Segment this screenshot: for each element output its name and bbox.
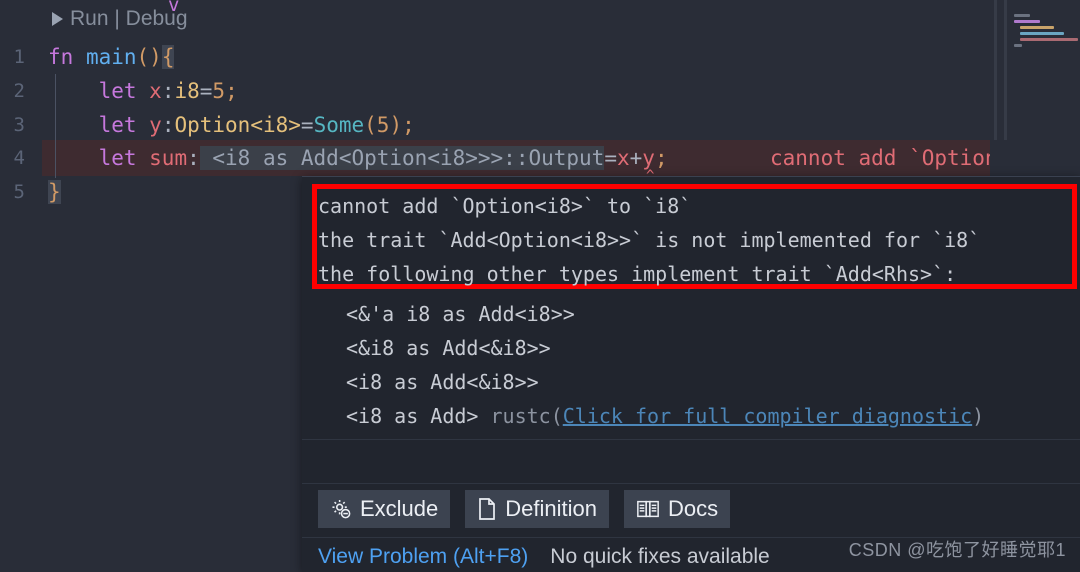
diagnostic-line-3: the following other types implement trai… (318, 262, 957, 286)
code-line-3[interactable]: let y:Option<i8>=Some(5); (48, 108, 415, 142)
token-colon-4: : (187, 146, 200, 170)
minimap-row (1014, 20, 1040, 23)
token-keyword-let-4: let (98, 146, 150, 170)
impl-line-2: <&i8 as Add<&i8>> (346, 336, 551, 360)
token-close-brace: } (48, 180, 61, 204)
impl-line-1: <&'a i8 as Add<i8>> (346, 302, 575, 326)
token-keyword-let-2: let (98, 79, 150, 103)
line-number-5: 5 (13, 181, 25, 203)
line-number-3: 3 (13, 114, 25, 136)
full-diagnostic-link[interactable]: Click for full compiler diagnostic (563, 404, 972, 428)
no-quick-fixes-label: No quick fixes available (550, 545, 770, 568)
run-debug-codelens[interactable]: Run | Debug (52, 4, 188, 34)
token-type-i8: i8 (174, 79, 200, 103)
indent-2 (48, 79, 99, 103)
minimap-row (1020, 38, 1078, 41)
code-line-5[interactable]: } (48, 175, 61, 209)
token-num-5b: 5 (376, 113, 390, 137)
token-num-5: 5 (212, 79, 226, 103)
gear-exclude-icon (330, 498, 352, 520)
token-some: Some (313, 113, 365, 137)
minimap-row (1020, 32, 1064, 35)
minimap-scrollbar-left[interactable] (994, 0, 997, 140)
token-var-x: x (149, 79, 162, 103)
impl-prefix: <i8 as Add> (346, 404, 491, 428)
minimap-row (1020, 26, 1054, 29)
watermark: CSDN @吃饱了好睡觉耶1 (848, 540, 1066, 560)
rustc-close: ) (972, 404, 985, 428)
token-plus: + (629, 146, 643, 170)
token-semi-2: ; (225, 79, 238, 103)
file-icon (477, 497, 497, 521)
impl-line-3: <i8 as Add<&i8>> (346, 370, 539, 394)
popup-divider-1 (302, 439, 1080, 440)
token-semi-3: ; (402, 113, 415, 137)
token-eq-3: = (300, 113, 314, 137)
token-semi-4: ; (654, 146, 668, 170)
line-number-4: 4 (13, 147, 25, 169)
token-close-paren-3: ) (389, 113, 403, 137)
token-parens: () (136, 45, 162, 69)
popup-divider-2 (302, 483, 1080, 484)
minimap-row (1014, 14, 1030, 17)
diagnostic-line-2: the trait `Add<Option<i8>>` is not imple… (318, 228, 981, 252)
token-keyword-let-3: let (98, 113, 150, 137)
token-colon-2: : (161, 79, 175, 103)
definition-button[interactable]: Definition (465, 490, 609, 528)
token-expr-y: y (642, 146, 655, 170)
book-icon (636, 498, 660, 520)
definition-button-label: Definition (505, 496, 597, 521)
indent-3 (48, 113, 99, 137)
token-open-brace: { (161, 45, 175, 69)
line-number-1: 1 (13, 46, 25, 68)
exclude-button[interactable]: Exclude (318, 490, 451, 528)
indent-4 (48, 146, 99, 170)
code-line-2[interactable]: let x:i8=5; (48, 74, 238, 108)
impl-line-4[interactable]: <i8 as Add> rustc(Click for full compile… (346, 399, 984, 433)
run-debug-label[interactable]: Run | Debug (70, 4, 188, 34)
run-triangle-icon[interactable] (52, 12, 63, 26)
exclude-button-label: Exclude (360, 496, 439, 521)
token-type-option-i8: Option<i8> (174, 113, 301, 137)
token-eq-2: = (199, 79, 213, 103)
inlay-type-hint[interactable]: <i8 as Add<Option<i8>>>::Output (199, 146, 605, 170)
token-fn-name: main (85, 45, 137, 69)
line-number-gutter: 1 2 3 4 5 (0, 0, 42, 572)
editor-window: 1 2 3 4 5 v Run | Debug fn main(){ let x… (0, 0, 1080, 572)
docs-button-label: Docs (668, 496, 719, 521)
docs-button[interactable]: Docs (624, 490, 731, 528)
token-var-sum: sum (149, 146, 188, 170)
code-line-4[interactable]: let sum: <i8 as Add<Option<i8>>>::Output… (48, 141, 668, 175)
token-open-paren-3: ( (364, 113, 377, 137)
popup-action-buttons[interactable]: Exclude Definition Docs (318, 490, 731, 528)
token-eq-4: = (604, 146, 617, 170)
token-expr-x: x (616, 146, 630, 170)
code-line-1[interactable]: fn main(){ (48, 40, 175, 74)
minimap-row (1014, 44, 1022, 47)
token-var-y: y (149, 113, 162, 137)
line-number-2: 2 (13, 80, 25, 102)
diagnostic-line-1: cannot add `Option<i8>` to `i8` (318, 194, 692, 218)
rustc-open: rustc( (490, 404, 563, 428)
view-problem-link[interactable]: View Problem (Alt+F8) (318, 545, 528, 569)
minimap-scrollbar-right[interactable] (1004, 0, 1007, 140)
inline-error-message: cannot add `Option (770, 146, 998, 170)
token-colon-3: : (161, 113, 175, 137)
popup-footer[interactable]: View Problem (Alt+F8) No quick fixes ava… (318, 545, 770, 569)
token-keyword-fn: fn (48, 45, 86, 69)
